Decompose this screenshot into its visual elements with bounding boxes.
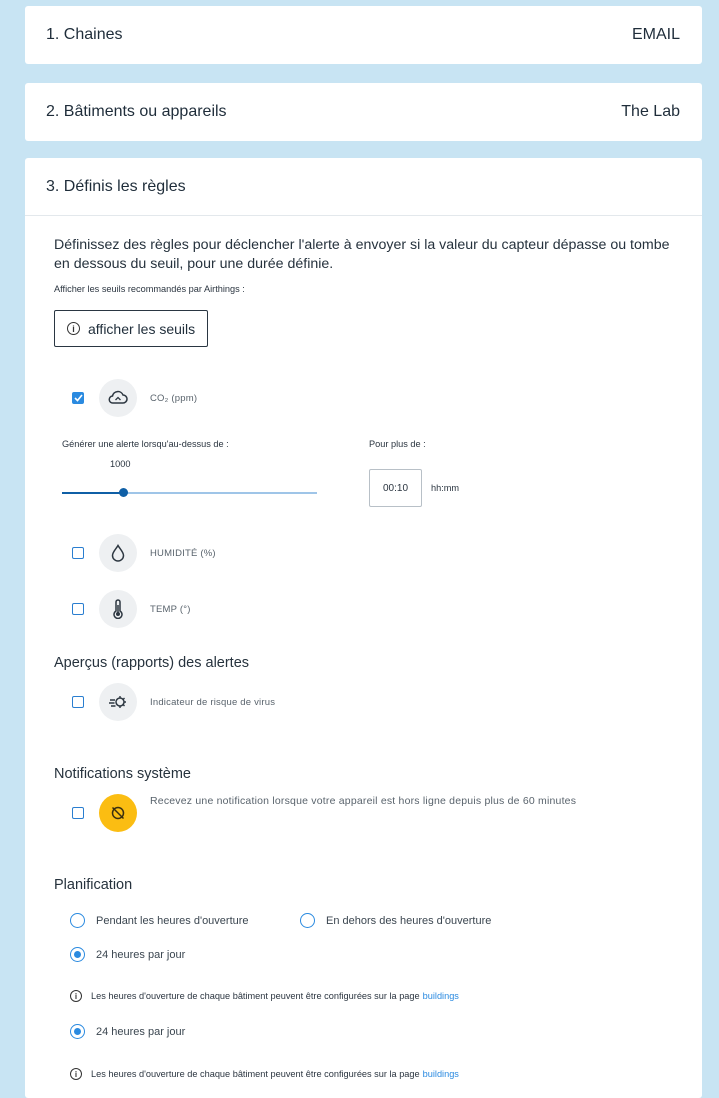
schedule-title: Planification bbox=[54, 877, 133, 893]
step-rules-header[interactable]: 3. Définis les règles bbox=[25, 158, 702, 216]
offline-checkbox[interactable] bbox=[72, 807, 84, 819]
schedule-radio[interactable] bbox=[70, 1024, 85, 1039]
sensor-row-humidity: HUMIDITÉ (%) bbox=[72, 534, 216, 572]
temp-checkbox[interactable] bbox=[72, 603, 84, 615]
co2-label: CO₂ (ppm) bbox=[150, 392, 198, 404]
schedule-info-text: Les heures d'ouverture de chaque bâtimen… bbox=[91, 991, 420, 1001]
virus-label: Indicateur de risque de virus bbox=[150, 696, 276, 708]
sensor-row-temp: TEMP (°) bbox=[72, 590, 191, 628]
sensor-row-co2: CO₂ (ppm) bbox=[72, 379, 197, 417]
thermometer-icon bbox=[99, 590, 137, 628]
schedule-info-repeat: i Les heures d'ouverture de chaque bâtim… bbox=[70, 1068, 459, 1080]
humidity-label: HUMIDITÉ (%) bbox=[150, 547, 216, 559]
schedule-option-24h[interactable]: 24 heures par jour bbox=[70, 947, 185, 962]
step-chains-card[interactable]: 1. Chaines EMAIL bbox=[25, 6, 702, 64]
schedule-option-label: 24 heures par jour bbox=[96, 1025, 186, 1038]
schedule-option-label: 24 heures par jour bbox=[96, 948, 186, 961]
step-buildings-title: 2. Bâtiments ou appareils bbox=[46, 103, 227, 120]
humidity-checkbox[interactable] bbox=[72, 547, 84, 559]
system-notifications-title: Notifications système bbox=[54, 766, 191, 782]
step-chains-value: EMAIL bbox=[631, 26, 680, 43]
schedule-option-opening-hours[interactable]: Pendant les heures d'ouverture bbox=[70, 913, 249, 928]
duration-unit: hh:mm bbox=[431, 483, 460, 493]
schedule-option-24h-repeat[interactable]: 24 heures par jour bbox=[70, 1024, 185, 1039]
schedule-option-label: Pendant les heures d'ouverture bbox=[96, 914, 249, 927]
offline-icon bbox=[99, 794, 137, 832]
virus-checkbox[interactable] bbox=[72, 696, 84, 708]
system-row-offline: Recevez une notification lorsque votre a… bbox=[72, 794, 640, 832]
slider-thumb[interactable] bbox=[119, 488, 129, 497]
buildings-link[interactable]: buildings bbox=[423, 991, 459, 1001]
threshold-slider[interactable] bbox=[62, 488, 317, 498]
duration-label: Pour plus de : bbox=[369, 439, 426, 449]
info-icon: i bbox=[70, 990, 82, 1002]
rules-body: Définissez des règles pour déclencher l'… bbox=[25, 216, 702, 347]
offline-label: Recevez une notification lorsque votre a… bbox=[150, 795, 577, 807]
step-rules-title: 3. Définis les règles bbox=[46, 177, 186, 195]
slider-fill bbox=[62, 491, 124, 494]
step-rules-card: 3. Définis les règles Définissez des règ… bbox=[25, 158, 702, 1098]
buildings-link[interactable]: buildings bbox=[423, 1069, 459, 1079]
schedule-option-label: En dehors des heures d'ouverture bbox=[326, 914, 492, 927]
rules-intro: Définissez des règles pour déclencher l'… bbox=[54, 237, 670, 272]
show-thresholds-button[interactable]: i afficher les seuils bbox=[54, 310, 209, 347]
step-buildings-card[interactable]: 2. Bâtiments ou appareils The Lab bbox=[25, 83, 702, 141]
humidity-drop-icon bbox=[99, 534, 137, 572]
step-buildings-value: The Lab bbox=[621, 103, 680, 120]
temp-label: TEMP (°) bbox=[150, 603, 191, 615]
step-chains-title: 1. Chaines bbox=[46, 26, 123, 43]
recommended-label: Afficher les seuils recommandés par Airt… bbox=[54, 284, 245, 294]
schedule-info-text: Les heures d'ouverture de chaque bâtimen… bbox=[91, 1069, 420, 1079]
schedule-option-outside-hours[interactable]: En dehors des heures d'ouverture bbox=[300, 913, 491, 928]
co2-checkbox[interactable] bbox=[72, 392, 84, 404]
threshold-value: 1000 bbox=[110, 459, 131, 469]
schedule-radio[interactable] bbox=[70, 947, 85, 962]
schedule-radio[interactable] bbox=[70, 913, 85, 928]
info-icon: i bbox=[67, 322, 80, 335]
duration-input[interactable]: 00:10 bbox=[369, 469, 422, 507]
insight-row-virus: Indicateur de risque de virus bbox=[72, 683, 275, 721]
alert-above-label: Générer une alerte lorsqu'au-dessus de : bbox=[62, 439, 229, 449]
show-thresholds-label: afficher les seuils bbox=[88, 320, 196, 337]
info-icon: i bbox=[70, 1068, 82, 1080]
schedule-info: i Les heures d'ouverture de chaque bâtim… bbox=[70, 990, 459, 1002]
co2-cloud-icon bbox=[99, 379, 137, 417]
insights-title: Aperçus (rapports) des alertes bbox=[54, 655, 250, 671]
schedule-radio[interactable] bbox=[300, 913, 315, 928]
virus-icon bbox=[99, 683, 137, 721]
